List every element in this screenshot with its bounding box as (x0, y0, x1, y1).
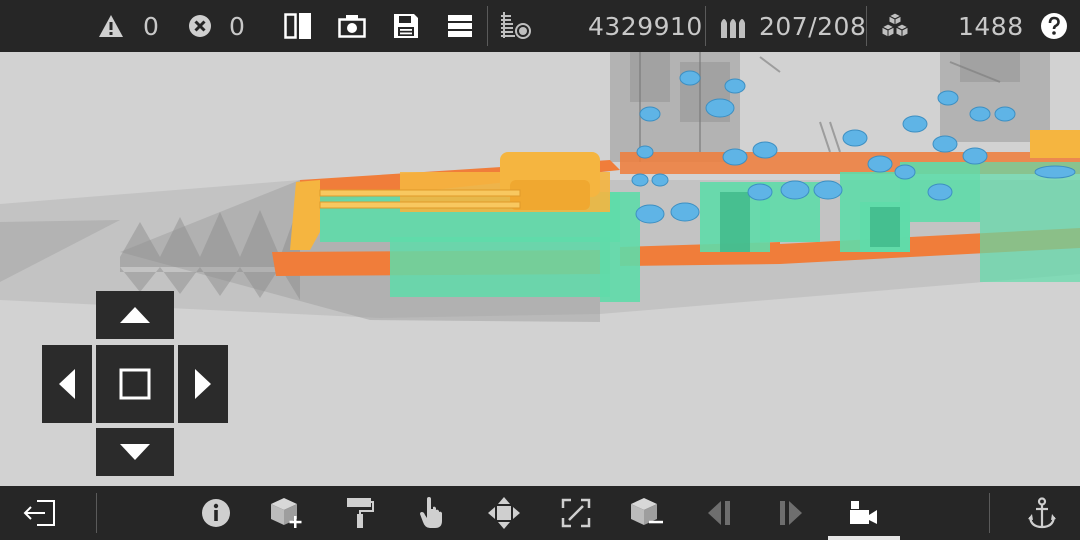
dpad-up-button[interactable] (96, 291, 174, 339)
separator (487, 6, 488, 46)
save-icon (394, 14, 418, 38)
info-button[interactable] (190, 486, 242, 540)
rotate-icon (561, 498, 591, 528)
separator (866, 6, 867, 46)
step-back-icon (708, 501, 730, 525)
error-icon (189, 15, 211, 37)
separator (96, 493, 97, 533)
error-count: 0 (229, 11, 246, 41)
arrow-right-icon (195, 369, 211, 399)
video-camera-icon (850, 501, 877, 524)
separator (989, 493, 990, 533)
mirror-icon (284, 13, 311, 39)
layers-icon (448, 15, 472, 37)
dpad-center-button[interactable] (96, 345, 174, 423)
step-forward-button[interactable] (764, 486, 816, 540)
layers-button[interactable] (447, 0, 473, 52)
move-button[interactable] (478, 486, 530, 540)
mirror-button[interactable] (284, 0, 312, 52)
paint-button[interactable] (334, 486, 386, 540)
rotate-button[interactable] (550, 486, 602, 540)
arrow-left-icon (59, 369, 75, 399)
step-forward-icon (780, 501, 802, 525)
blocks-indicator[interactable] (880, 0, 910, 52)
arrow-up-icon (120, 307, 150, 323)
arrow-down-icon (120, 444, 150, 460)
warning-count: 0 (143, 11, 160, 41)
square-icon (119, 368, 151, 400)
anchor-button[interactable] (1016, 486, 1068, 540)
dpad-down-button[interactable] (96, 428, 174, 476)
ship-editor-screen: 0 0 4329910 207/208 1488 (0, 0, 1080, 540)
anchor-icon (1028, 497, 1056, 529)
help-icon (1041, 13, 1067, 39)
select-button[interactable] (406, 486, 458, 540)
save-button[interactable] (393, 0, 419, 52)
add-block-button[interactable] (262, 486, 314, 540)
points-value: 4329910 (588, 11, 703, 41)
remove-block-icon (631, 498, 663, 525)
top-status-bar: 0 0 4329910 207/208 1488 (0, 0, 1080, 52)
help-button[interactable] (1040, 0, 1068, 52)
bottom-toolbar (0, 486, 1080, 540)
ship-stats-icon (501, 12, 531, 39)
ammo-icon (721, 19, 745, 38)
dpad-left-button[interactable] (42, 345, 92, 423)
warning-indicator[interactable] (98, 0, 124, 52)
dpad-right-button[interactable] (178, 345, 228, 423)
separator (705, 6, 706, 46)
exit-button[interactable] (14, 486, 66, 540)
screenshot-button[interactable] (338, 0, 366, 52)
info-icon (202, 499, 230, 527)
camera-mode-button[interactable] (838, 486, 890, 540)
error-indicator[interactable] (188, 0, 212, 52)
paint-roller-icon (347, 498, 374, 528)
move-arrows-icon (488, 497, 520, 529)
active-tool-indicator (828, 536, 900, 540)
step-back-button[interactable] (694, 486, 746, 540)
ship-stats-button[interactable] (500, 0, 532, 52)
blocks-icon (880, 12, 910, 38)
warning-icon (99, 15, 123, 37)
exit-icon (23, 500, 55, 526)
ammo-indicator[interactable] (719, 0, 749, 52)
camera-icon (338, 15, 366, 38)
hand-pointer-icon (420, 497, 442, 528)
blocks-count: 1488 (958, 11, 1024, 41)
remove-block-button[interactable] (622, 486, 674, 540)
ammo-value: 207/208 (759, 11, 867, 41)
add-block-icon (271, 498, 302, 528)
